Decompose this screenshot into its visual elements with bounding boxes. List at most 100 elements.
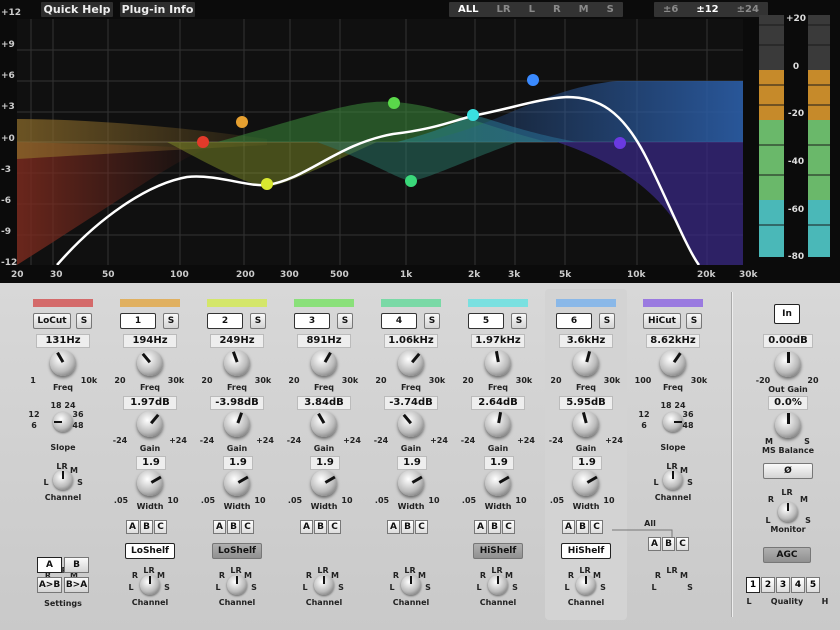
band-width-value[interactable]: 1.9	[310, 456, 340, 470]
in-button[interactable]: In	[774, 304, 800, 324]
band-a-button[interactable]: A	[387, 520, 400, 534]
band-channel-knob[interactable]	[401, 575, 421, 595]
plugin-info-button[interactable]: Plug-in Info	[120, 2, 195, 17]
band-abc-group[interactable]: ABC	[126, 520, 167, 534]
channel-m[interactable]: M	[570, 2, 598, 17]
band-width-value[interactable]: 1.9	[484, 456, 514, 470]
band-c-button[interactable]: C	[502, 520, 515, 534]
band-gain-knob[interactable]	[573, 411, 599, 437]
band-type-button[interactable]: 4	[381, 313, 417, 329]
band-freq-value[interactable]: 249Hz	[210, 334, 264, 348]
band-shape-button[interactable]: LoShelf	[212, 543, 262, 559]
ms-balance-value[interactable]: 0.0%	[768, 396, 808, 410]
band-width-value[interactable]: 1.9	[136, 456, 166, 470]
eq-curve-graph[interactable]	[17, 19, 743, 265]
band-a-button[interactable]: A	[213, 520, 226, 534]
band-type-button[interactable]: 2	[207, 313, 243, 329]
node-band-3[interactable]	[388, 97, 400, 109]
band-c-button[interactable]: C	[328, 520, 341, 534]
band-channel-knob[interactable]	[227, 575, 247, 595]
settings-a-button[interactable]: A	[37, 557, 62, 573]
band-channel-knob[interactable]	[576, 575, 596, 595]
band-type-button[interactable]: 3	[294, 313, 330, 329]
band-freq-value[interactable]: 1.97kHz	[471, 334, 525, 348]
band-width-knob[interactable]	[398, 470, 424, 496]
band-freq-knob[interactable]	[573, 350, 599, 376]
band-solo-button[interactable]: S	[76, 313, 92, 329]
band-type-button[interactable]: HiCut	[643, 313, 681, 329]
quick-help-button[interactable]: Quick Help	[41, 2, 113, 17]
band-gain-knob[interactable]	[137, 411, 163, 437]
band-freq-knob[interactable]	[485, 350, 511, 376]
band-slope-knob[interactable]	[53, 412, 73, 432]
band-gain-value[interactable]: 2.64dB	[471, 396, 525, 410]
band-gain-knob[interactable]	[224, 411, 250, 437]
band-width-value[interactable]: 1.9	[397, 456, 427, 470]
agc-button[interactable]: AGC	[763, 547, 811, 563]
band-freq-knob[interactable]	[311, 350, 337, 376]
band-abc-group[interactable]: ABC	[213, 520, 254, 534]
node-band-5[interactable]	[467, 109, 479, 121]
node-band-1[interactable]	[236, 116, 248, 128]
band-gain-value[interactable]: 1.97dB	[123, 396, 177, 410]
band-solo-button[interactable]: S	[686, 313, 702, 329]
band-b-button[interactable]: B	[401, 520, 414, 534]
band-gain-knob[interactable]	[485, 411, 511, 437]
channel-selector[interactable]: ALL LR L R M S	[449, 2, 623, 17]
band-c-button[interactable]: C	[241, 520, 254, 534]
band-gain-value[interactable]: 3.84dB	[297, 396, 351, 410]
band-type-button[interactable]: 6	[556, 313, 592, 329]
band-width-knob[interactable]	[573, 470, 599, 496]
band-freq-knob[interactable]	[660, 350, 686, 376]
band-b-button[interactable]: B	[576, 520, 589, 534]
band-width-knob[interactable]	[224, 470, 250, 496]
band-a-button[interactable]: A	[562, 520, 575, 534]
band-solo-button[interactable]: S	[424, 313, 440, 329]
node-hicut[interactable]	[614, 137, 626, 149]
all-a-button[interactable]: A	[648, 537, 661, 551]
quality-1[interactable]: 1	[746, 577, 760, 593]
band-gain-knob[interactable]	[311, 411, 337, 437]
band-gain-value[interactable]: 5.95dB	[559, 396, 613, 410]
band-freq-knob[interactable]	[224, 350, 250, 376]
band-a-button[interactable]: A	[474, 520, 487, 534]
band-abc-group[interactable]: ABC	[300, 520, 341, 534]
all-b-button[interactable]: B	[662, 537, 675, 551]
band-c-button[interactable]: C	[154, 520, 167, 534]
band-freq-value[interactable]: 3.6kHz	[559, 334, 613, 348]
band-slope-knob[interactable]	[663, 412, 683, 432]
band-freq-value[interactable]: 891Hz	[297, 334, 351, 348]
band-b-button[interactable]: B	[227, 520, 240, 534]
phase-invert-button[interactable]: Ø	[763, 463, 813, 479]
channel-r[interactable]: R	[544, 2, 570, 17]
band-width-value[interactable]: 1.9	[572, 456, 602, 470]
band-solo-button[interactable]: S	[250, 313, 266, 329]
band-freq-knob[interactable]	[398, 350, 424, 376]
node-locut[interactable]	[197, 136, 209, 148]
out-gain-knob[interactable]	[775, 351, 801, 377]
quality-5[interactable]: 5	[806, 577, 820, 593]
band-solo-button[interactable]: S	[599, 313, 615, 329]
band-freq-knob[interactable]	[50, 350, 76, 376]
quality-4[interactable]: 4	[791, 577, 805, 593]
quality-selector[interactable]: 1 2 3 4 5	[746, 577, 820, 593]
quality-2[interactable]: 2	[761, 577, 775, 593]
band-width-knob[interactable]	[311, 470, 337, 496]
band-width-knob[interactable]	[137, 470, 163, 496]
node-band-4[interactable]	[405, 175, 417, 187]
band-gain-value[interactable]: -3.74dB	[384, 396, 438, 410]
band-freq-value[interactable]: 194Hz	[123, 334, 177, 348]
channel-all[interactable]: ALL	[449, 2, 487, 17]
band-b-button[interactable]: B	[488, 520, 501, 534]
range-12[interactable]: ±12	[687, 2, 727, 17]
band-width-knob[interactable]	[485, 470, 511, 496]
band-type-button[interactable]: 5	[468, 313, 504, 329]
band-c-button[interactable]: C	[590, 520, 603, 534]
band-solo-button[interactable]: S	[511, 313, 527, 329]
band-solo-button[interactable]: S	[337, 313, 353, 329]
band-freq-value[interactable]: 131Hz	[36, 334, 90, 348]
band-a-button[interactable]: A	[126, 520, 139, 534]
band-c-button[interactable]: C	[415, 520, 428, 534]
band-solo-button[interactable]: S	[163, 313, 179, 329]
band-channel-knob[interactable]	[663, 470, 683, 490]
